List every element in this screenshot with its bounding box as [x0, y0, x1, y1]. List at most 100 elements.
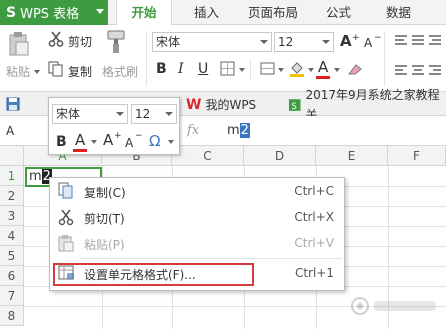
wps-w-icon: W [186, 97, 202, 113]
watermark-icon [351, 297, 436, 315]
copy-icon [48, 61, 63, 77]
row-header-6[interactable]: 6 [0, 266, 24, 286]
grow-font-plus-icon: + [352, 33, 360, 43]
font-color-swatch [316, 76, 330, 79]
svg-text:S: S [291, 102, 296, 112]
column-header-e[interactable]: E [316, 146, 388, 166]
ribbon-divider [146, 31, 147, 86]
cell-text: m [29, 169, 42, 184]
menu-item-paste[interactable]: 粘贴(P) Ctrl+V [50, 232, 344, 256]
row-header-7[interactable]: 7 [0, 286, 24, 306]
shrink-font-button[interactable]: A [364, 35, 372, 51]
paste-label: 粘贴 [6, 65, 31, 79]
chevron-down-icon [168, 140, 174, 144]
font-size-value: 12 [278, 35, 294, 49]
app-menu-button[interactable]: S WPS 表格 [0, 0, 108, 25]
ribbon-divider [250, 59, 251, 79]
tab-page-layout[interactable]: 页面布局 [248, 0, 298, 25]
menu-item-label: 粘贴(P) [84, 238, 125, 252]
menu-item-copy[interactable]: 复制(C) Ctrl+C [50, 180, 344, 204]
menu-separator [80, 258, 342, 259]
row-header-2[interactable]: 2 [0, 186, 24, 206]
clear-format-icon[interactable] [346, 62, 364, 76]
save-icon[interactable] [6, 97, 20, 111]
shrink-font-minus-icon: − [135, 131, 143, 141]
grow-font-button[interactable]: A [340, 33, 352, 49]
italic-button[interactable]: I [178, 61, 184, 77]
ribbon: 粘贴 剪切 复制 格式刷 宋体 12 A + A − B I U A [0, 25, 446, 92]
borders-icon[interactable] [220, 61, 236, 77]
mini-font-name-select[interactable]: 宋体 [52, 104, 128, 124]
select-all-corner[interactable] [0, 146, 24, 166]
chevron-down-icon [278, 68, 284, 72]
column-header-f[interactable]: F [388, 146, 446, 166]
font-color-icon: A [318, 58, 329, 76]
chevron-down-icon [239, 68, 245, 72]
menu-item-label: 剪切(T) [84, 212, 125, 226]
align-horizontal-icons[interactable] [394, 63, 442, 79]
menu-item-shortcut: Ctrl+V [294, 236, 334, 250]
fx-icon[interactable]: fx [187, 123, 199, 138]
cut-label: 剪切 [68, 35, 93, 49]
row-header-5[interactable]: 5 [0, 246, 24, 266]
format-painter-icon [107, 30, 125, 53]
copy-icon [58, 182, 73, 199]
column-header-d[interactable]: D [244, 146, 316, 166]
font-name-value: 宋体 [156, 35, 181, 49]
context-menu: 复制(C) Ctrl+C 剪切(T) Ctrl+X 粘贴(P) Ctrl+V 设… [49, 177, 345, 291]
paste-icon [9, 32, 29, 56]
menu-item-format-cells[interactable]: 设置单元格格式(F)... Ctrl+1 [50, 262, 344, 286]
format-painter-label: 格式刷 [102, 65, 139, 79]
name-box[interactable]: A [0, 121, 40, 141]
align-top-icons[interactable] [394, 33, 442, 49]
bold-button[interactable]: B [156, 61, 167, 77]
merge-cells-icon[interactable] [260, 61, 276, 77]
tab-formulas[interactable]: 公式 [326, 0, 351, 25]
chevron-down-icon [334, 68, 340, 72]
formula-text: m [227, 123, 240, 138]
watermark-logo [350, 295, 440, 321]
row-header-1[interactable]: 1 [0, 166, 24, 186]
mini-font-size-select[interactable]: 12 [131, 104, 177, 124]
tab-data[interactable]: 数据 [386, 0, 411, 25]
mini-grow-font-button[interactable]: A [103, 132, 113, 148]
row-header-8[interactable]: 8 [0, 306, 24, 326]
formula-input[interactable]: m2 [227, 122, 250, 140]
chevron-down-icon [96, 9, 104, 14]
chevron-down-icon [34, 70, 40, 74]
column-header-c[interactable]: C [172, 146, 244, 166]
mini-bold-button[interactable]: B [56, 134, 67, 150]
app-name: WPS 表格 [20, 7, 80, 22]
fill-color-icon[interactable] [288, 60, 306, 78]
doc-tab-my-wps[interactable]: W 我的WPS [186, 95, 256, 115]
font-color-icon: A [75, 131, 86, 149]
row-header-4[interactable]: 4 [0, 226, 24, 246]
menu-bar: S WPS 表格 开始 插入 页面布局 公式 数据 [0, 0, 446, 26]
grow-font-plus-icon: + [114, 131, 122, 141]
font-size-select[interactable]: 12 [274, 32, 334, 52]
paste-icon [58, 235, 74, 252]
scissors-icon [48, 31, 64, 47]
doc-tab-workbook[interactable]: S 2017年9月系统之家教程关 [288, 88, 446, 122]
menu-item-cut[interactable]: 剪切(T) Ctrl+X [50, 206, 344, 230]
mini-shrink-font-button[interactable]: A [125, 135, 133, 151]
font-color-swatch [73, 149, 87, 152]
chevron-down-icon [308, 68, 314, 72]
format-cells-icon [58, 265, 74, 280]
mini-font-name-value: 宋体 [56, 107, 81, 121]
shrink-font-minus-icon: − [374, 33, 382, 43]
menu-item-label: 复制(C) [84, 186, 126, 200]
row-header-3[interactable]: 3 [0, 206, 24, 226]
wps-logo-icon: S [6, 4, 17, 21]
symbol-icon[interactable]: Ω [149, 133, 160, 149]
mini-toolbar: 宋体 12 B A A + A − Ω [48, 97, 180, 155]
wps-window: S WPS 表格 开始 插入 页面布局 公式 数据 粘贴 剪切 复制 格式刷 宋… [0, 0, 446, 329]
chevron-down-icon [91, 140, 97, 144]
mini-font-size-value: 12 [135, 107, 151, 121]
formula-selected-text: 2 [239, 123, 250, 138]
font-name-select[interactable]: 宋体 [152, 32, 272, 52]
underline-button[interactable]: U [198, 61, 208, 77]
tab-insert[interactable]: 插入 [194, 0, 219, 25]
tab-home[interactable]: 开始 [116, 0, 172, 26]
copy-label: 复制 [68, 65, 93, 79]
